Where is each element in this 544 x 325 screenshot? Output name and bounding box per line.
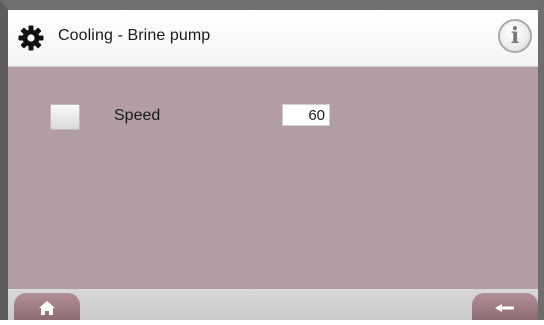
page-title: Cooling - Brine pump: [58, 27, 211, 44]
footer-bar: [8, 289, 538, 320]
header-bar: Cooling - Brine pump i: [8, 10, 538, 67]
home-icon: [39, 301, 55, 315]
back-arrow-icon: [495, 304, 514, 312]
speed-value: 60: [308, 107, 325, 124]
speed-label: Speed: [114, 107, 161, 124]
screen: Cooling - Brine pump i Speed 60: [0, 0, 544, 320]
info-icon: i: [510, 23, 520, 49]
back-button[interactable]: [472, 293, 538, 320]
info-button[interactable]: i: [498, 19, 532, 53]
home-button[interactable]: [14, 293, 80, 320]
speed-enable-checkbox[interactable]: [50, 104, 80, 130]
speed-value-field[interactable]: 60: [282, 104, 330, 126]
gear-icon: [18, 25, 44, 51]
